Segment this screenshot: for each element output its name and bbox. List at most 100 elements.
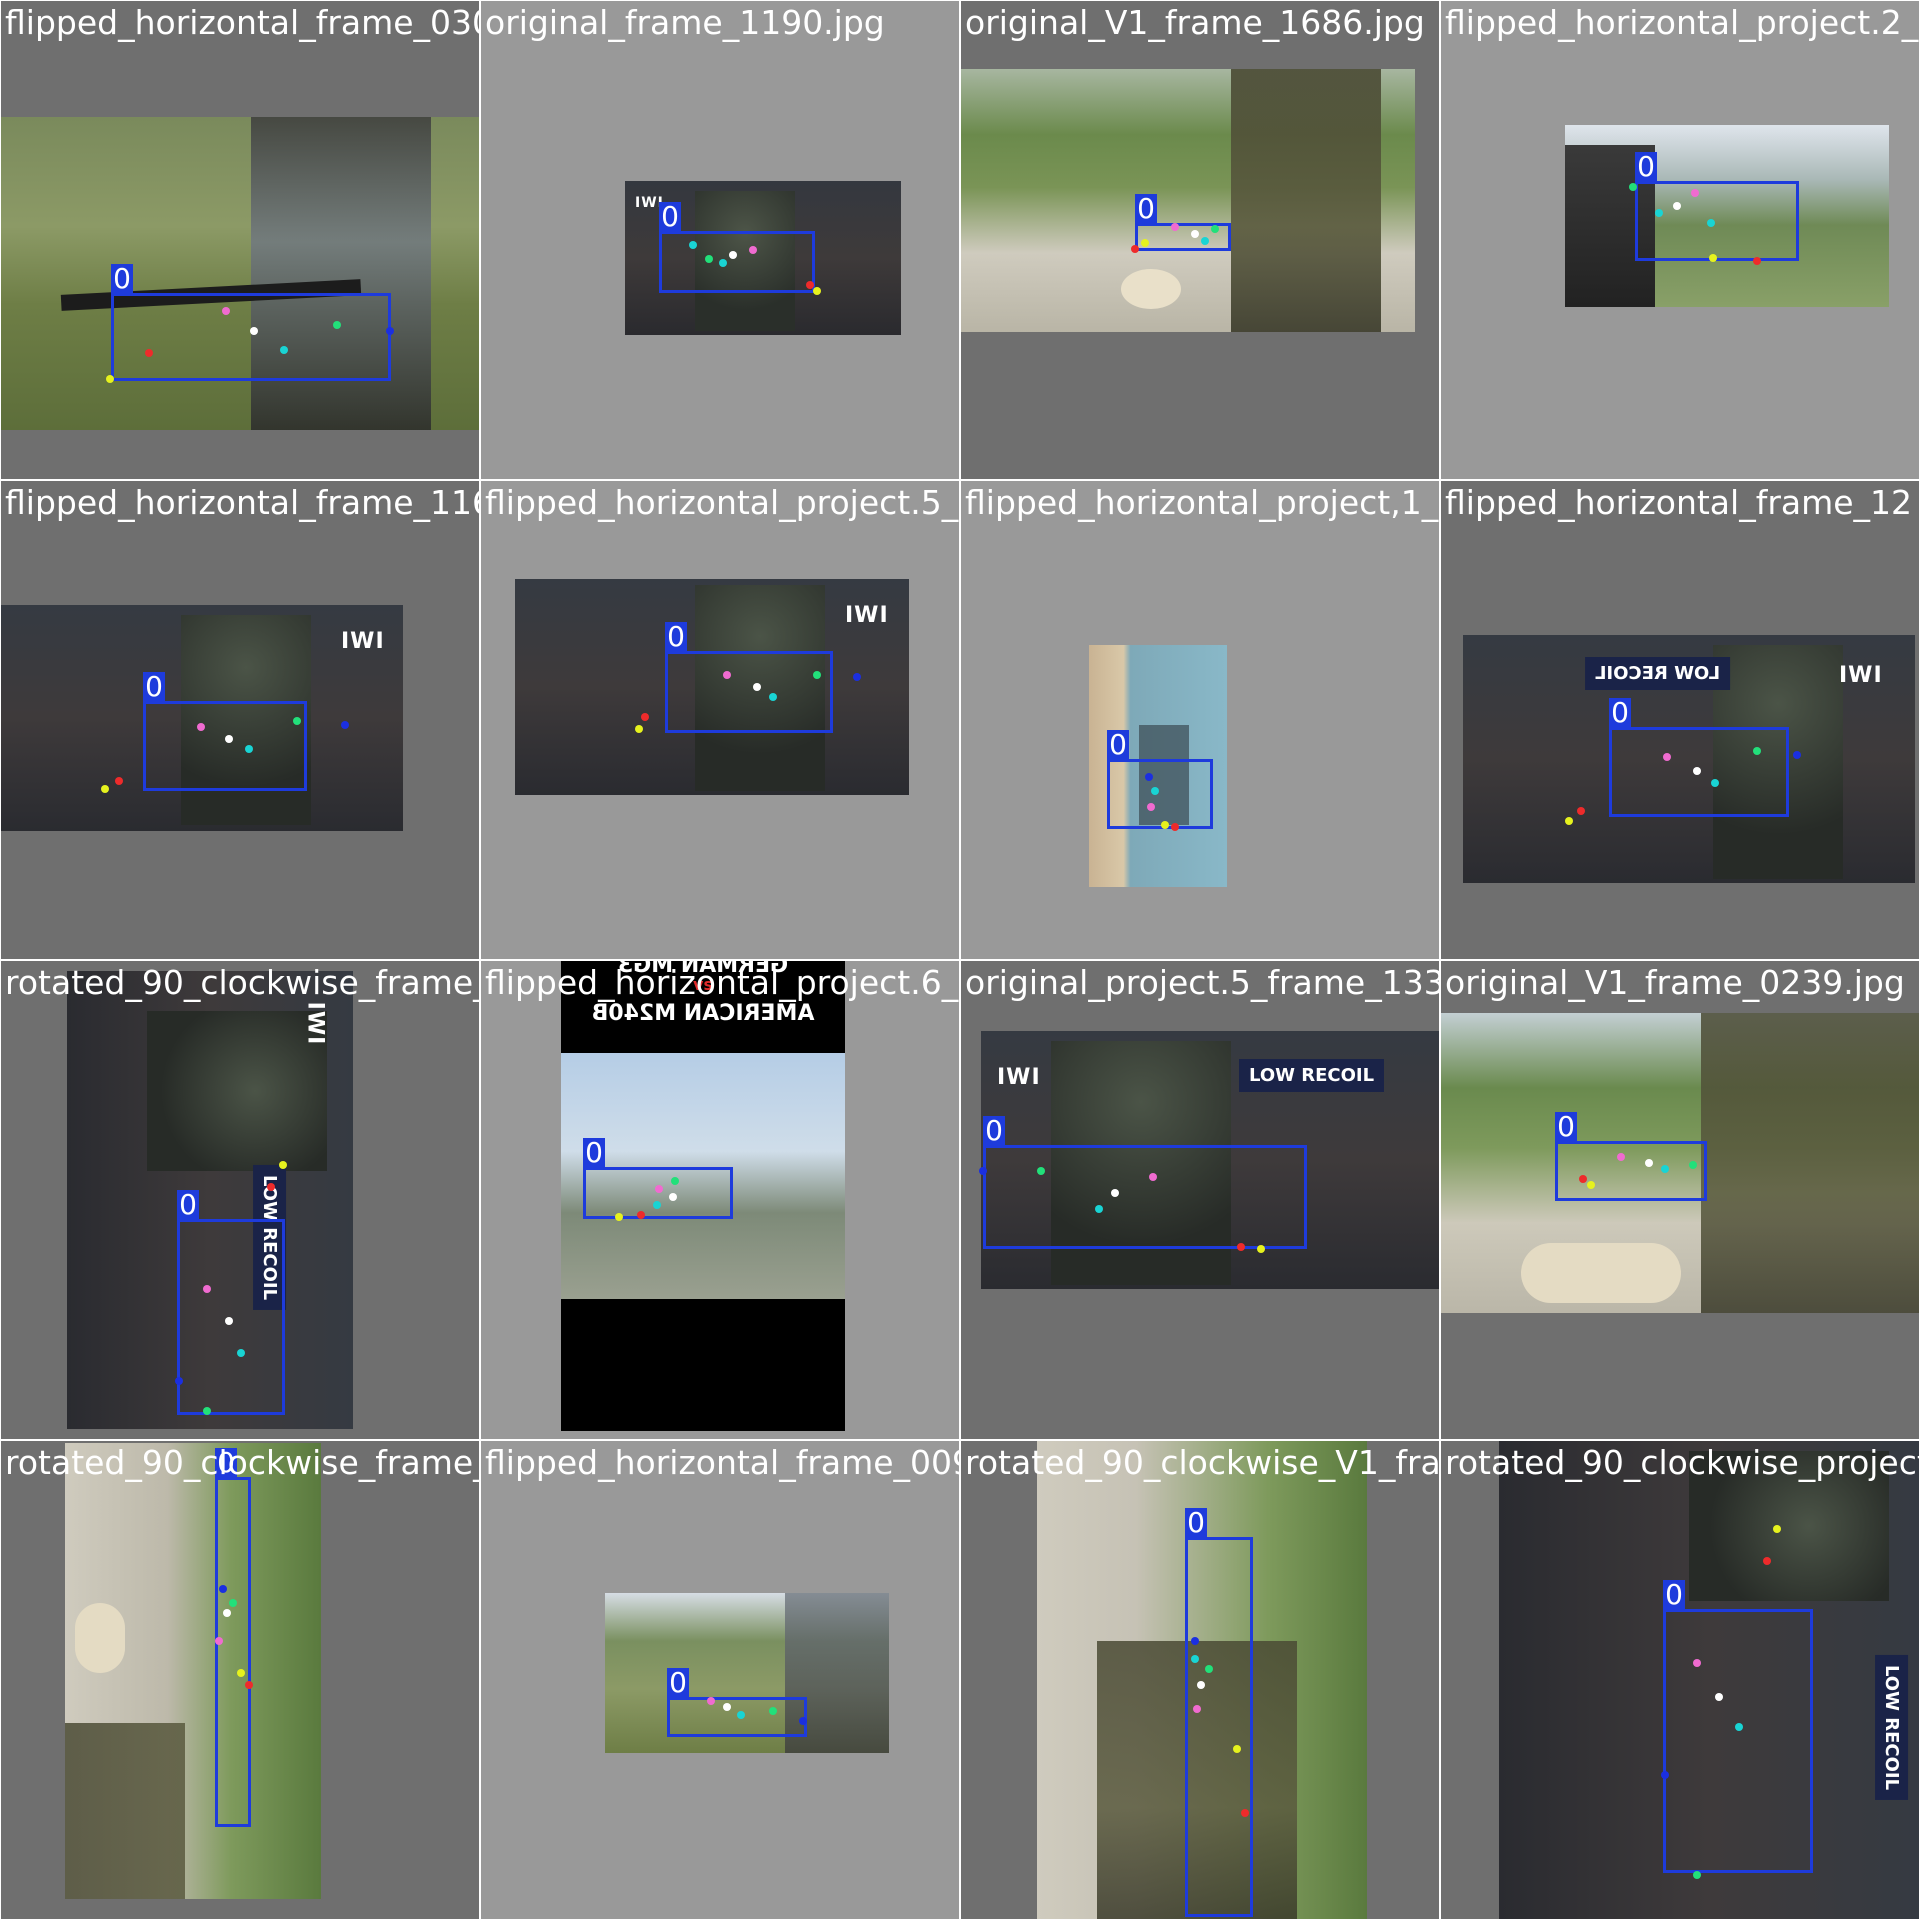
keypoint <box>737 1711 745 1719</box>
keypoint <box>245 745 253 753</box>
keypoint <box>669 1193 677 1201</box>
keypoint <box>1241 1809 1249 1817</box>
mosaic-tile-16: LOW RECOIL rotated_90_clockwise_project … <box>1440 1440 1920 1920</box>
keypoint <box>1661 1771 1669 1779</box>
keypoint <box>175 1377 183 1385</box>
keypoint <box>853 673 861 681</box>
mosaic-tile-15: rotated_90_clockwise_V1_frame_0993.jpg 0 <box>960 1440 1440 1920</box>
keypoint <box>1149 1173 1157 1181</box>
keypoint <box>1709 254 1717 262</box>
keypoint <box>635 725 643 733</box>
keypoint <box>719 259 727 267</box>
iwi-logo: IWI <box>845 603 889 628</box>
tile-filename: rotated_90_clockwise_project <box>1445 1443 1920 1482</box>
mosaic-tile-14: flipped_horizontal_frame_0091.jpg 0 <box>480 1440 960 1920</box>
keypoint <box>705 255 713 263</box>
keypoint <box>1587 1181 1595 1189</box>
bbox-class-label: 0 <box>1635 152 1657 182</box>
keypoint <box>1735 1723 1743 1731</box>
detection-bbox: 0 <box>1555 1112 1707 1201</box>
iwi-logo: IWI <box>341 629 385 654</box>
low-recoil-badge: LOW RECOIL <box>1875 1654 1909 1801</box>
keypoint <box>250 327 258 335</box>
tile-photo <box>1 117 479 430</box>
keypoint <box>1617 1153 1625 1161</box>
keypoint <box>1565 817 1573 825</box>
keypoint <box>1193 1705 1201 1713</box>
keypoint <box>1237 1243 1245 1251</box>
keypoint <box>641 713 649 721</box>
mosaic-tile-8: LOW RECOIL IWI flipped_horizontal_frame_… <box>1440 480 1920 960</box>
keypoint <box>1645 1159 1653 1167</box>
bbox-class-label: 0 <box>659 202 681 232</box>
mosaic-tile-9: IWI LOW RECOIL rotated_90_clockwise_fram… <box>0 960 480 1440</box>
keypoint <box>219 1585 227 1593</box>
keypoint <box>671 1177 679 1185</box>
keypoint <box>1629 183 1637 191</box>
keypoint <box>769 693 777 701</box>
detection-bbox: 0 <box>1107 730 1213 829</box>
keypoint <box>1141 239 1149 247</box>
keypoint <box>1147 803 1155 811</box>
tile-filename: rotated_90_clockwise_frame_1970.jpg <box>5 1443 479 1482</box>
keypoint <box>1577 807 1585 815</box>
keypoint <box>237 1669 245 1677</box>
bbox-class-label: 0 <box>665 622 687 652</box>
keypoint <box>1661 1165 1669 1173</box>
keypoint <box>280 346 288 354</box>
detection-bbox: 0 <box>665 622 833 733</box>
detection-bbox: 0 <box>583 1138 733 1219</box>
bbox-class-label: 0 <box>177 1190 199 1220</box>
tile-filename: flipped_horizontal_project.5_frame_1187 <box>485 483 959 522</box>
bbox-class-label: 0 <box>1663 1580 1685 1610</box>
bbox-class-label: 0 <box>1185 1508 1207 1538</box>
tile-photo <box>961 69 1415 332</box>
keypoint <box>1793 751 1801 759</box>
keypoint <box>1171 823 1179 831</box>
keypoint <box>653 1201 661 1209</box>
keypoint <box>203 1407 211 1415</box>
keypoint <box>1655 209 1663 217</box>
keypoint <box>115 777 123 785</box>
keypoint <box>689 241 697 249</box>
training-batch-mosaic: flipped_horizontal_frame_0307.jpg 0 IWI … <box>0 0 1920 1920</box>
keypoint <box>1211 225 1219 233</box>
keypoint <box>229 1599 237 1607</box>
keypoint <box>1171 223 1179 231</box>
keypoint <box>106 375 114 383</box>
keypoint <box>1753 747 1761 755</box>
keypoint <box>813 287 821 295</box>
keypoint <box>707 1697 715 1705</box>
tile-filename: flipped_horizontal_project,1_frame_0183 <box>965 483 1439 522</box>
keypoint <box>1161 821 1169 829</box>
tile-filename: flipped_horizontal_frame_0307.jpg <box>5 3 479 42</box>
mosaic-tile-12: original_V1_frame_0239.jpg 0 <box>1440 960 1920 1440</box>
keypoint <box>753 683 761 691</box>
tile-filename: flipped_horizontal_frame_12 <box>1445 483 1913 522</box>
detection-bbox: 0 <box>659 202 815 293</box>
keypoint <box>723 1703 731 1711</box>
bbox-class-label: 0 <box>983 1116 1005 1146</box>
keypoint <box>1197 1681 1205 1689</box>
keypoint <box>225 1317 233 1325</box>
keypoint <box>979 1167 987 1175</box>
keypoint <box>1711 779 1719 787</box>
detection-bbox: 0 <box>215 1448 251 1827</box>
keypoint <box>655 1185 663 1193</box>
bbox-class-label: 0 <box>667 1668 689 1698</box>
keypoint <box>1095 1205 1103 1213</box>
keypoint <box>723 671 731 679</box>
tile-filename: flipped_horizontal_project.6_frame_0644 <box>485 963 959 1002</box>
iwi-logo: IWI <box>997 1065 1041 1090</box>
tile-filename: flipped_horizontal_frame_0091.jpg <box>485 1443 959 1482</box>
keypoint <box>1753 257 1761 265</box>
keypoint <box>1715 1693 1723 1701</box>
mosaic-tile-6: IWI flipped_horizontal_project.5_frame_1… <box>480 480 960 960</box>
keypoint <box>1151 787 1159 795</box>
keypoint <box>245 1681 253 1689</box>
keypoint <box>749 246 757 254</box>
keypoint <box>225 735 233 743</box>
detection-bbox: 0 <box>143 672 307 791</box>
tile-filename: original_project.5_frame_1334.jpg <box>965 963 1440 1002</box>
keypoint <box>237 1349 245 1357</box>
